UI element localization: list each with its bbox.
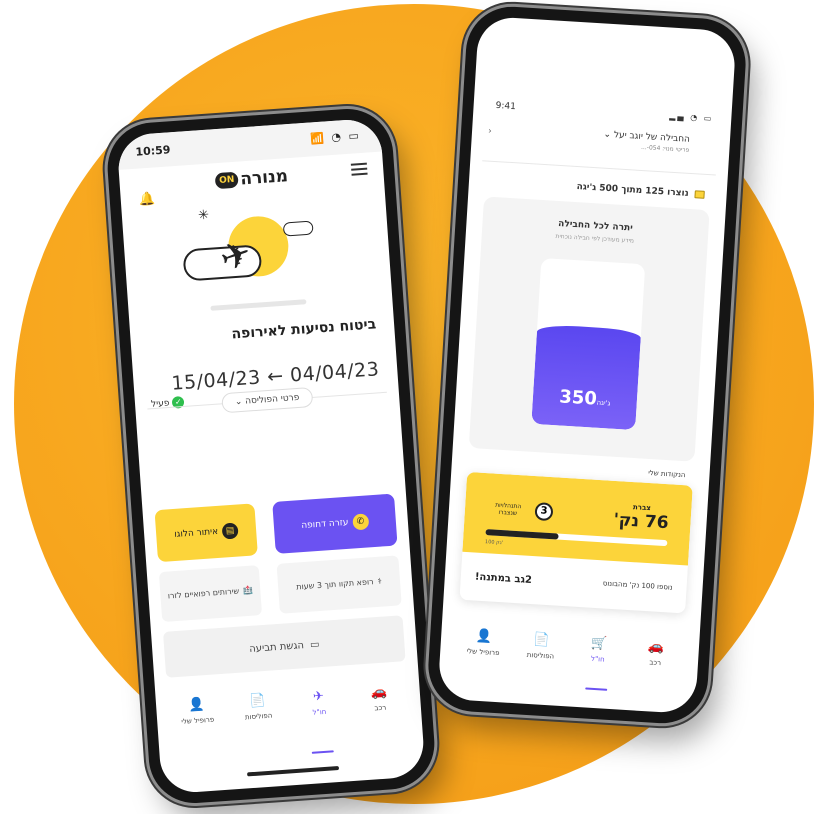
car-icon: 🚗 [647,639,665,656]
gauge-fill [531,324,642,431]
bottom-nav: 🚗 רכב 🛒 חו"ל 📄 הפוליסות 👤 פרופיל שלי [439,627,700,693]
points-card-header: צברת 76 נק' 3 התנהלויות שנצברו 100 נק' [462,471,693,566]
document-icon: 📄 [248,692,267,710]
urgent-help-label: עזרה דחופה [300,517,349,532]
ground-shadow [210,299,307,311]
luggage-icon: ▤ [221,522,239,540]
nav-item-car[interactable]: 🚗 רכב [354,683,408,746]
gift-note: נוספו 100 נק' מהבונוס [602,579,673,593]
status-icons: ▂▄ ◔ ▭ [669,111,714,124]
streak-badge: 3 [534,502,554,522]
screen-left: 10:59 📶 ◔ ▭ מנורהON 🔔 ✈ ✳ ביטוח נסיעות ל… [116,117,426,795]
points-section-label: הנקודות שלי [647,468,686,480]
gift-label: 2גב במתנה! [474,571,533,586]
usage-label: נוצרו 125 מתוך 500 ג'יגה [576,182,689,199]
action-buttons: ✆ עזרה דחופה ▤ איתור הלוגו [154,493,398,563]
home-indicator[interactable] [247,766,340,777]
person-icon: 👤 [475,628,493,645]
nav-label: רכב [649,658,662,668]
hero-illustration: ✈ ✳ [122,195,393,325]
medical-label: שירותים רפואיים לזרו [167,586,240,601]
nav-item-profile[interactable]: 👤 פרופיל שלי [171,696,225,759]
chevron-icon[interactable]: ‹ [488,127,492,137]
brand-logo: מנורהON [214,166,289,191]
locate-label: איתור הלוגו [173,526,219,540]
phone-left: 10:59 📶 ◔ ▭ מנורהON 🔔 ✈ ✳ ביטוח נסיעות ל… [104,105,438,807]
balance-gauge: 350ג'יגה [531,258,646,431]
remaining-unit: ג'יגה [596,398,611,408]
nav-item-abroad[interactable]: 🛒 חו"ל [571,635,624,688]
nav-label: רכב [374,703,387,713]
sim-icon [694,190,705,199]
cart-icon: 🛒 [590,635,608,652]
nav-item-abroad[interactable]: ✈ חו"ל [293,688,347,751]
usage-summary: נוצרו 125 מתוך 500 ג'יגה [576,182,705,200]
balance-panel: יתרה לכל החבילה מידע מעודכן לפי חבילה נו… [468,196,710,462]
policy-details-button[interactable]: פרטי הפוליסה ⌄ [221,386,313,414]
claim-button[interactable]: ▭ הגשת תביעה [163,615,406,678]
nav-label: הפוליסות [526,650,555,661]
document-icon: 📄 [532,632,550,649]
nav-label: הפוליסות [244,711,273,722]
status-time: 9:41 [495,100,517,113]
brand-name: מנורה [239,166,289,190]
brand-badge: ON [214,171,239,190]
nav-item-policies[interactable]: 📄 הפוליסות [514,631,567,684]
doctor-tile[interactable]: ⚕ רופא תקוו תוך 3 שעות [276,555,402,614]
service-tiles: ⚕ רופא תקוו תוך 3 שעות 🏥 שירותים רפואיים… [158,555,402,622]
person-icon: 👤 [188,697,206,714]
status-time: 10:59 [135,143,171,159]
nav-item-profile[interactable]: 👤 פרופיל שלי [456,628,509,681]
doctor-icon: ⚕ [377,576,383,587]
sparkle-icon: ✳ [197,207,210,224]
claim-label: הגשת תביעה [248,639,305,655]
phone-right: 9:41 ▂▄ ◔ ▭ החבילה של יוגב יעל ⌄ פריטי מ… [425,4,749,726]
points-card-footer: נוספו 100 נק' מהבונוס 2גב במתנה! [474,559,674,607]
status-icons: 📶 ◔ ▭ [309,128,362,146]
points-progress-fill [485,529,559,540]
plane-icon: ✈ [312,688,325,705]
medical-services-tile[interactable]: 🏥 שירותים רפואיים לזרו [158,565,263,622]
nav-label: פרופיל שלי [466,647,500,658]
points-total: צברת 76 נק' [612,503,670,534]
bell-icon[interactable]: 🔔 [138,191,155,207]
help-icon: ✆ [351,513,370,531]
menu-icon[interactable] [350,162,368,176]
doctor-label: רופא תקוו תוך 3 שעות [296,577,374,592]
nav-item-policies[interactable]: 📄 הפוליסות [232,692,286,755]
locate-button[interactable]: ▤ איתור הלוגו [154,503,258,563]
hospital-icon: 🏥 [242,585,254,596]
streak-text: התנהלויות שנצברו [494,501,522,518]
nav-item-car[interactable]: 🚗 רכב [629,638,682,691]
cloud-small-illustration [282,220,314,237]
nav-label: חו"ל [312,707,327,717]
progress-label: 100 נק' [484,539,504,547]
nav-label: חו"ל [590,654,605,664]
points-value: 76 נק' [612,509,670,534]
screen-right: 9:41 ▂▄ ◔ ▭ החבילה של יוגב יעל ⌄ פריטי מ… [437,15,737,715]
account-selector[interactable]: החבילה של יוגב יעל ⌄ פריטי מנוי: 054-... [603,130,690,155]
bottom-nav: 🚗 רכב ✈ חו"ל 📄 הפוליסות 👤 פרופיל שלי [156,682,424,760]
points-card[interactable]: צברת 76 נק' 3 התנהלויות שנצברו 100 נק' נ… [459,471,693,614]
car-icon: 🚗 [370,684,388,701]
urgent-help-button[interactable]: ✆ עזרה דחופה [272,493,398,554]
nav-label: פרופיל שלי [181,715,215,726]
points-progress [485,529,668,547]
claim-icon: ▭ [309,638,320,651]
remaining-value: 350 [558,386,598,410]
